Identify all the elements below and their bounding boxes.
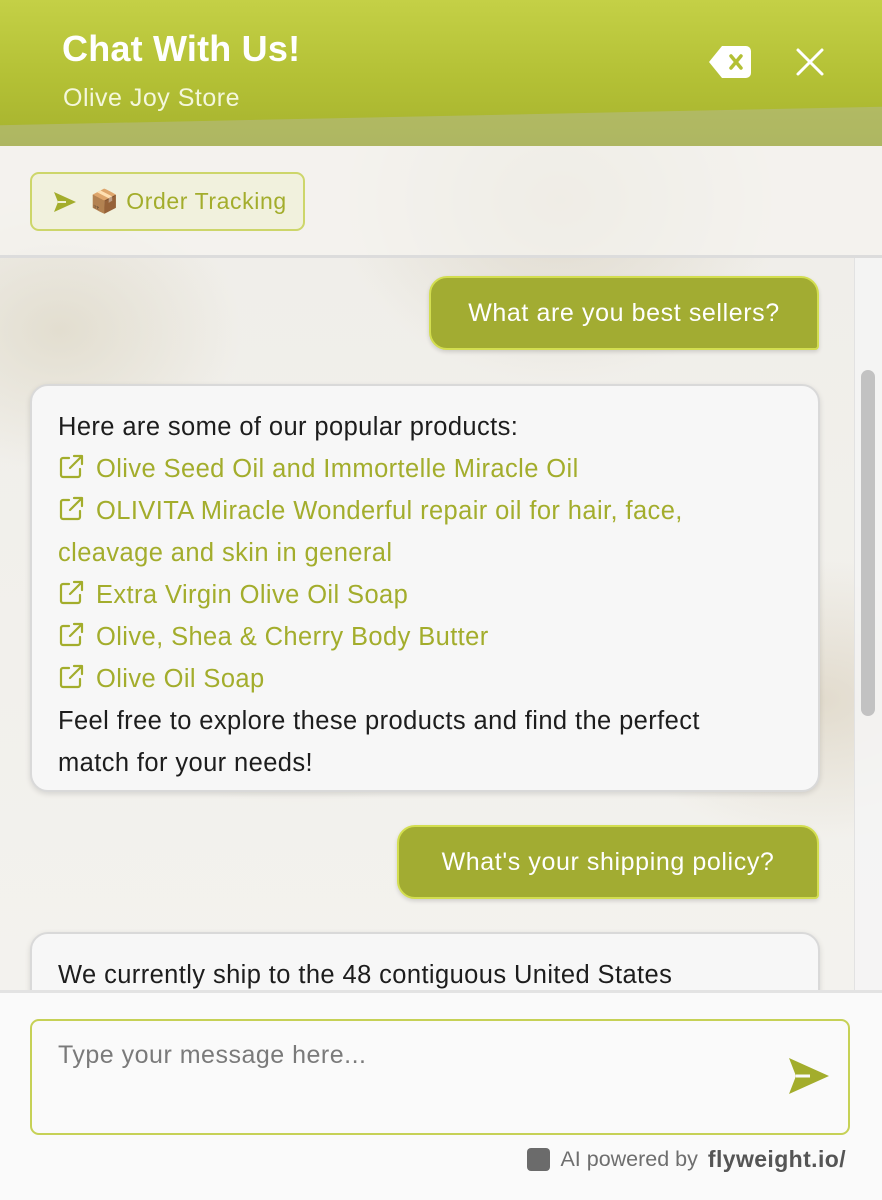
bot-message-text: We currently ship to the 48 contiguous U…	[58, 961, 673, 989]
flyweight-logo-icon	[527, 1147, 551, 1171]
bot-intro-text: Here are some of our popular products:	[58, 413, 519, 441]
send-icon	[789, 1058, 829, 1094]
user-message-text: What are you best sellers?	[468, 298, 780, 327]
external-link-icon	[59, 622, 84, 647]
external-link-icon	[59, 496, 84, 521]
product-link-label: Olive Oil Soap	[96, 665, 265, 693]
store-name: Olive Joy Store	[63, 84, 241, 112]
product-link-label: Extra Virgin Olive Oil Soap	[96, 581, 409, 609]
product-link[interactable]: Olive, Shea & Cherry Body Butter	[58, 616, 792, 658]
product-link[interactable]: Olive Seed Oil and Immortelle Miracle Oi…	[58, 448, 792, 490]
quick-actions-bar: 📦 Order Tracking	[0, 146, 882, 258]
external-link-icon	[59, 664, 84, 689]
chat-header: Chat With Us! Olive Joy Store	[0, 0, 882, 146]
user-message: What's your shipping policy?	[397, 825, 819, 899]
chat-title: Chat With Us!	[62, 28, 301, 69]
order-tracking-label: 📦 Order Tracking	[90, 188, 287, 214]
backspace-icon	[709, 46, 751, 78]
brand-link[interactable]: flyweight.io/	[708, 1146, 846, 1173]
external-link-icon	[59, 580, 84, 605]
send-button[interactable]	[786, 1055, 832, 1097]
product-link[interactable]: Olive Oil Soap	[58, 658, 792, 700]
product-link-label: OLIVITA Miracle Wonderful repair oil for…	[96, 497, 683, 525]
powered-by-label: AI powered by	[560, 1146, 698, 1171]
close-icon	[796, 48, 824, 76]
product-link[interactable]: Extra Virgin Olive Oil Soap	[58, 574, 792, 616]
product-link[interactable]: OLIVITA Miracle Wonderful repair oil for…	[58, 490, 792, 574]
composer: AI powered by flyweight.io/	[0, 990, 882, 1200]
message-input[interactable]	[30, 1019, 850, 1135]
send-icon	[54, 191, 76, 212]
bot-outro-text-continued: match for your needs!	[58, 749, 314, 777]
chat-widget: Chat With Us! Olive Joy Store 📦 Order Tr…	[0, 0, 882, 1200]
user-message: What are you best sellers?	[429, 276, 819, 350]
bot-outro-text: Feel free to explore these products and …	[58, 707, 700, 735]
order-tracking-button[interactable]: 📦 Order Tracking	[30, 172, 305, 231]
external-link-icon	[59, 454, 84, 479]
clear-chat-button[interactable]	[708, 44, 752, 80]
message-list[interactable]: What are you best sellers? Here are some…	[0, 258, 882, 990]
user-message-text: What's your shipping policy?	[441, 847, 775, 876]
bot-message: We currently ship to the 48 contiguous U…	[30, 932, 820, 990]
bot-message: Here are some of our popular products: O…	[30, 384, 820, 792]
scrollbar-thumb[interactable]	[861, 370, 875, 716]
scrollbar-track[interactable]	[854, 258, 882, 990]
close-button[interactable]	[790, 42, 830, 82]
powered-by: AI powered by flyweight.io/	[527, 1143, 846, 1175]
product-link-label: Olive Seed Oil and Immortelle Miracle Oi…	[96, 455, 579, 483]
product-link-label-continued: cleavage and skin in general	[58, 539, 393, 567]
product-link-label: Olive, Shea & Cherry Body Butter	[96, 623, 489, 651]
